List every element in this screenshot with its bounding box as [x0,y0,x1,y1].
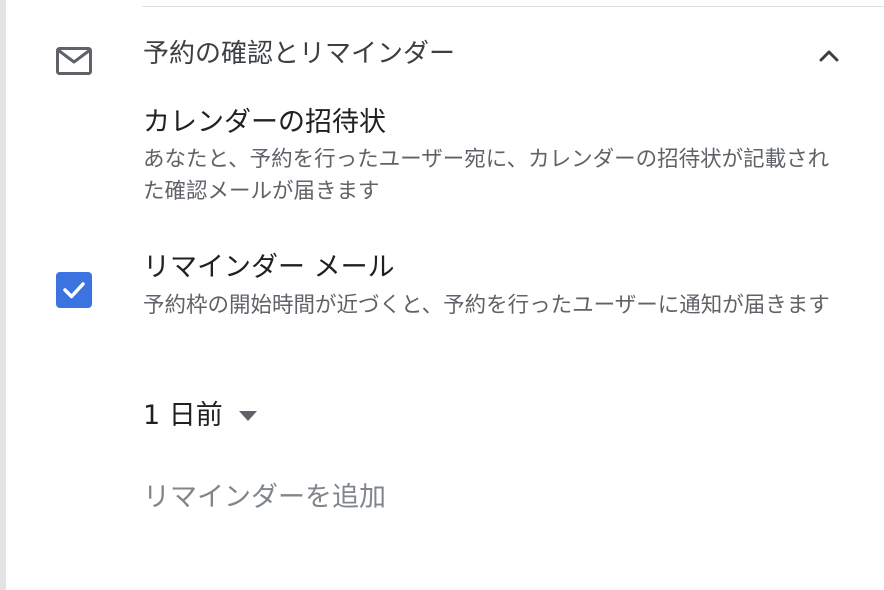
dropdown-arrow-icon [238,411,257,421]
reminder-timing-value: 1 日前 [143,400,223,431]
section-divider [142,6,884,7]
section-title: 予約の確認とリマインダー [143,39,456,69]
reminder-email-title: リマインダー メール [143,252,395,283]
calendar-invite-description: あなたと、予約を行ったユーザー宛に、カレンダーの招待状が記載された確認メールが届… [143,147,830,204]
reminder-timing-dropdown[interactable]: 1 日前 [143,397,257,435]
calendar-invite-title: カレンダーの招待状 [143,107,386,138]
reminder-email-description: 予約枠の開始時間が近づくと、予約を行ったユーザーに通知が届きます [143,293,830,318]
checkmark-icon [63,282,85,299]
collapse-section-button[interactable] [812,40,846,72]
mail-icon [55,46,93,76]
reminder-email-checkbox[interactable] [56,272,92,308]
panel-left-border [0,0,6,590]
add-reminder-button[interactable]: リマインダーを追加 [143,480,386,516]
chevron-up-icon [819,50,839,62]
